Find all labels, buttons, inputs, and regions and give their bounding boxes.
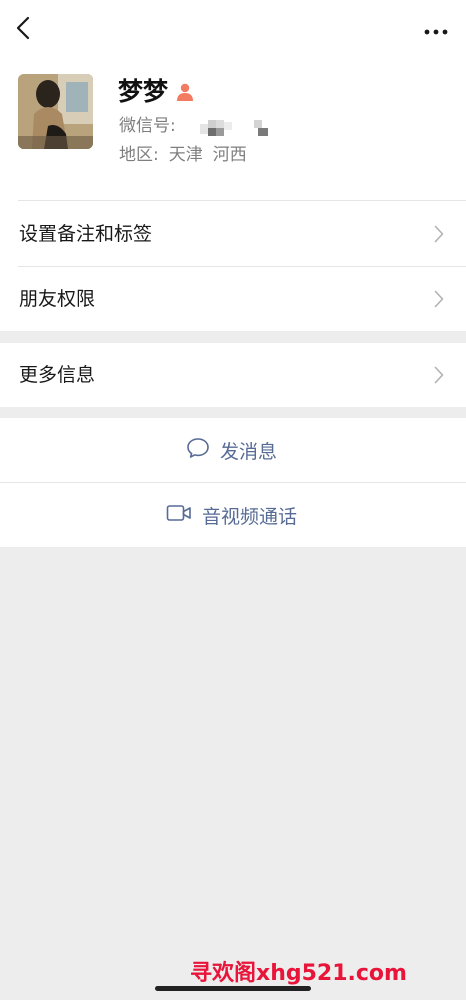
section-gap (0, 407, 466, 418)
avatar[interactable] (18, 74, 93, 149)
wechat-id-label: 微信号: (119, 116, 176, 136)
more-icon[interactable] (424, 22, 448, 35)
region-city: 河西 (212, 145, 247, 165)
chevron-right-icon (434, 225, 444, 243)
chevron-right-icon (434, 366, 444, 384)
divider (18, 200, 466, 201)
video-camera-icon (166, 503, 192, 527)
row-label: 更多信息 (19, 364, 96, 386)
back-arrow-icon[interactable] (12, 14, 36, 42)
row-label: 朋友权限 (19, 288, 96, 310)
region-label: 地区: (119, 145, 159, 165)
set-remark-tags-row[interactable]: 设置备注和标签 (0, 202, 466, 266)
region-province: 天津 (168, 145, 203, 165)
more-info-row[interactable]: 更多信息 (0, 343, 466, 407)
friend-permissions-row[interactable]: 朋友权限 (0, 267, 466, 331)
chevron-right-icon (434, 290, 444, 308)
video-call-label: 音视频通话 (202, 505, 298, 528)
wechat-id-redacted (200, 116, 272, 138)
send-message-button[interactable]: 发消息 (0, 418, 466, 482)
row-label: 设置备注和标签 (19, 223, 153, 245)
send-message-label: 发消息 (220, 440, 278, 463)
chat-bubble-icon (186, 437, 210, 463)
section-gap (0, 331, 466, 343)
watermark-text: 寻欢阁xhg521.com (190, 961, 407, 986)
contact-name: 梦梦 (118, 77, 169, 106)
video-call-button[interactable]: 音视频通话 (0, 483, 466, 547)
home-indicator[interactable] (155, 986, 311, 991)
gender-female-icon (175, 82, 195, 102)
region-line: 地区: 天津 河西 (119, 144, 247, 166)
